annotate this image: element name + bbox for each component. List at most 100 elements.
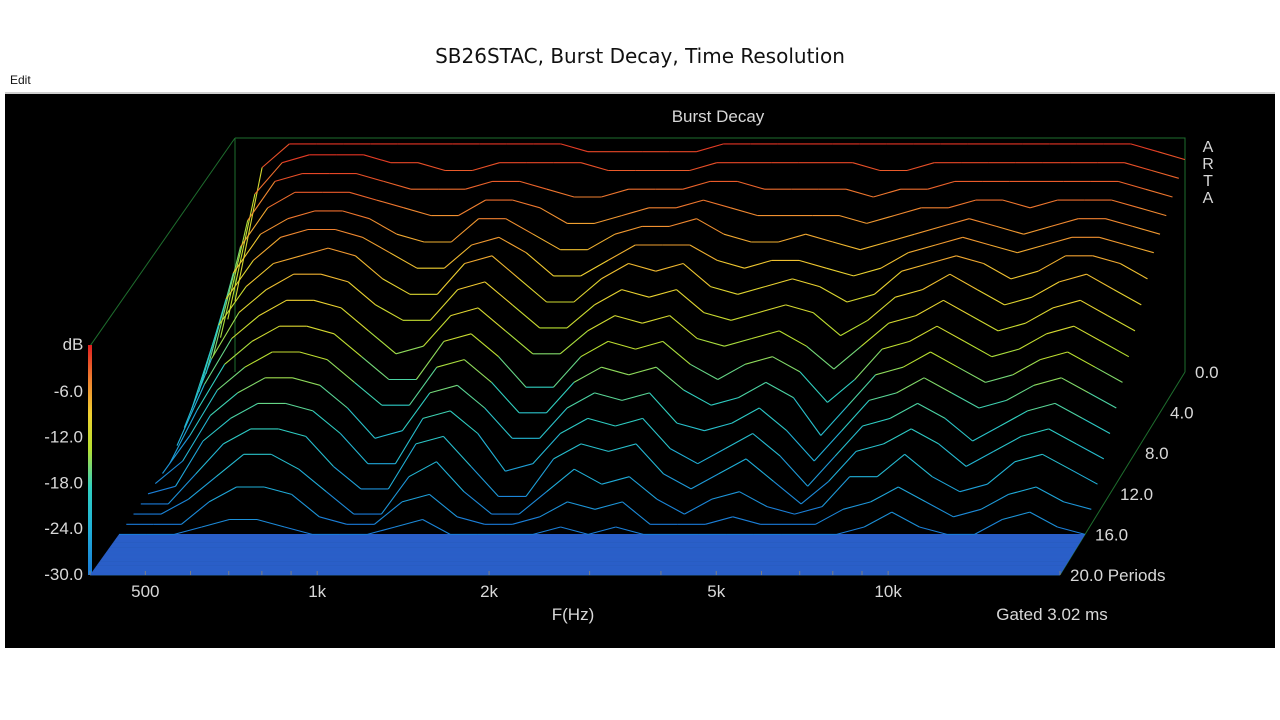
decay-segment bbox=[188, 476, 217, 500]
decay-segment bbox=[1029, 199, 1058, 209]
decay-segment bbox=[498, 356, 527, 388]
decay-segment bbox=[340, 307, 369, 332]
decay-segment bbox=[925, 501, 954, 518]
decay-segment bbox=[1044, 236, 1073, 246]
decay-segment bbox=[696, 337, 725, 347]
decay-segment bbox=[682, 263, 711, 288]
decay-segment bbox=[333, 465, 362, 490]
decay-segment bbox=[621, 207, 650, 217]
colorbar-tick: -12.0 bbox=[44, 428, 83, 447]
colorbar-tick: -30.0 bbox=[44, 565, 83, 584]
decay-segment bbox=[676, 422, 705, 432]
decay-segment bbox=[1002, 511, 1030, 521]
decay-segment bbox=[799, 371, 828, 403]
decay-segment bbox=[1035, 486, 1064, 503]
decay-segment bbox=[1151, 169, 1179, 179]
decay-segment bbox=[244, 351, 273, 368]
decay-segment bbox=[518, 491, 547, 515]
decay-segment bbox=[525, 252, 554, 277]
decay-segment bbox=[985, 374, 1013, 383]
decay-segment bbox=[923, 377, 952, 394]
decay-segment bbox=[862, 417, 891, 427]
decay-segment bbox=[608, 443, 637, 452]
decay-segment bbox=[267, 191, 296, 209]
decay-segment bbox=[339, 433, 369, 465]
decay-segment bbox=[273, 255, 301, 265]
decay-segment bbox=[335, 228, 363, 238]
decay-segment bbox=[889, 402, 918, 419]
colorbar-tick: -18.0 bbox=[44, 473, 83, 492]
z-tick-label: 12.0 bbox=[1120, 485, 1153, 504]
decay-segment bbox=[580, 340, 609, 358]
decay-segment bbox=[846, 293, 875, 303]
decay-segment bbox=[1050, 218, 1079, 227]
decay-segment bbox=[986, 461, 1016, 485]
decay-segment bbox=[147, 485, 176, 495]
decay-segment bbox=[532, 526, 561, 535]
decay-segment bbox=[559, 330, 588, 355]
decay-segment bbox=[867, 296, 896, 321]
decay-segment bbox=[690, 363, 719, 380]
decay-segment bbox=[724, 433, 753, 450]
decay-segment bbox=[910, 428, 939, 445]
decay-segment bbox=[349, 191, 377, 201]
decay-segment bbox=[991, 348, 1020, 358]
decay-segment bbox=[1124, 162, 1152, 172]
decay-segment bbox=[1014, 453, 1043, 463]
decay-segment bbox=[697, 448, 726, 465]
decay-segment bbox=[566, 392, 595, 409]
decay-segment bbox=[833, 345, 862, 370]
decay-segment bbox=[306, 325, 335, 335]
decay-segment bbox=[683, 389, 712, 406]
decay-segment bbox=[1073, 325, 1102, 342]
decay-segment bbox=[868, 392, 897, 401]
decay-segment bbox=[601, 476, 630, 485]
decay-segment bbox=[765, 381, 794, 399]
decay-segment bbox=[948, 199, 976, 209]
decay-segment bbox=[752, 433, 781, 457]
decay-segment bbox=[436, 461, 465, 493]
decay-segment bbox=[368, 330, 397, 355]
decay-segment bbox=[1046, 325, 1075, 335]
waterfall-chart: Burst Decay ARTAdB -6.0 -12.0 -18.0 -24.0 -30.… bbox=[44, 107, 1218, 624]
decay-segment bbox=[1138, 207, 1167, 217]
frame-line bbox=[235, 137, 1186, 372]
decay-segment bbox=[237, 377, 266, 394]
decay-segment bbox=[989, 244, 1018, 254]
decay-segment bbox=[607, 340, 636, 350]
decay-segment bbox=[305, 436, 334, 467]
decay-segment bbox=[751, 330, 780, 340]
decay-segment bbox=[539, 501, 568, 518]
decay-segment bbox=[974, 519, 1003, 535]
decay-segment bbox=[202, 417, 231, 442]
decay-segment bbox=[278, 428, 306, 437]
decay-segment bbox=[463, 359, 492, 383]
decay-segment bbox=[573, 366, 602, 383]
decay-segment bbox=[1063, 501, 1092, 510]
decay-segment bbox=[669, 448, 698, 465]
decay-segment bbox=[1080, 299, 1108, 317]
decay-segment bbox=[764, 278, 793, 288]
decay-segment bbox=[1094, 366, 1123, 383]
decay-segment bbox=[181, 501, 210, 525]
edit-menu-label[interactable]: Edit bbox=[10, 73, 31, 87]
decay-segment bbox=[401, 392, 431, 432]
decay-segment bbox=[376, 199, 405, 209]
decay-segment bbox=[347, 407, 376, 439]
decay-segment bbox=[429, 384, 458, 394]
z-tick-label: 8.0 bbox=[1145, 444, 1169, 463]
decay-segment bbox=[231, 315, 260, 339]
decay-segment bbox=[773, 480, 802, 505]
decay-series bbox=[212, 191, 1167, 356]
decay-series bbox=[147, 402, 1111, 495]
decay-segment bbox=[852, 162, 881, 172]
decay-segment bbox=[505, 463, 533, 472]
decay-segment bbox=[251, 325, 280, 342]
decay-segment bbox=[965, 450, 994, 467]
decay-segment bbox=[422, 519, 451, 535]
decay-segment bbox=[546, 188, 575, 198]
decay-segment bbox=[1029, 511, 1058, 528]
decay-segment bbox=[1069, 468, 1098, 485]
decay-segment bbox=[456, 516, 485, 525]
decay-segment bbox=[382, 278, 411, 295]
